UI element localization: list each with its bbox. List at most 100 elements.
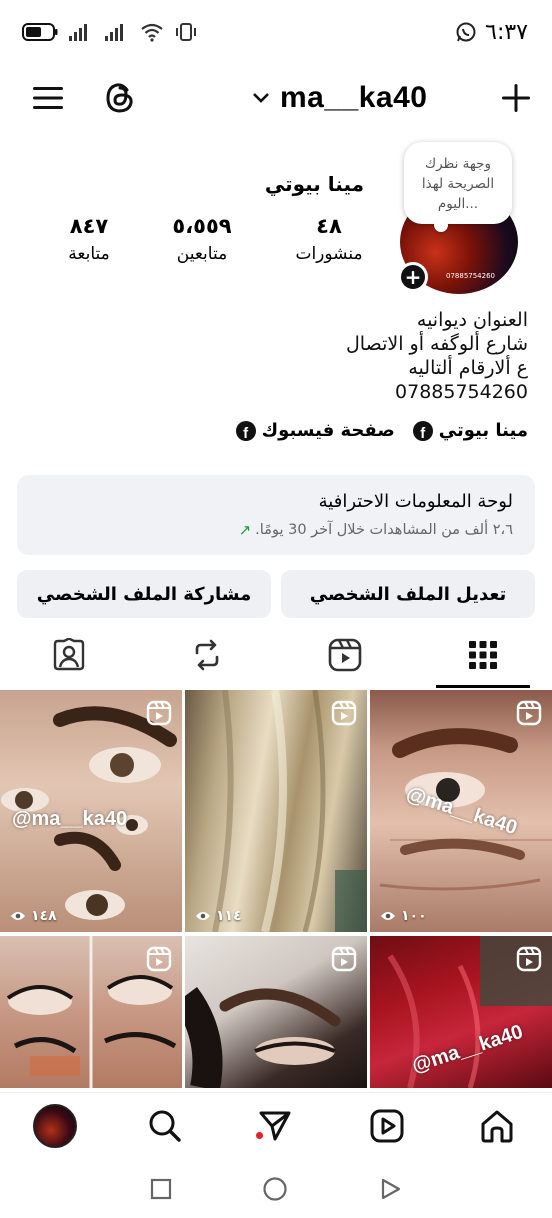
active-tab-indicator — [436, 685, 530, 688]
avatar — [33, 1104, 77, 1148]
following-label: متابعة — [68, 244, 110, 264]
profile-tabs — [0, 624, 552, 688]
home-button[interactable] — [262, 1176, 288, 1202]
nav-direct-messages[interactable] — [252, 1103, 298, 1149]
send-icon — [259, 1111, 291, 1141]
bio-phone[interactable]: 07885754260 — [346, 380, 528, 404]
followers-count[interactable]: ٥،٥٥٩ متابعين — [166, 214, 238, 264]
menu-icon[interactable] — [28, 78, 68, 118]
nav-profile[interactable] — [32, 1103, 78, 1149]
followers-value: ٥،٥٥٩ — [172, 214, 232, 238]
circle-icon — [263, 1177, 287, 1201]
posts-value: ٤٨ — [316, 214, 342, 238]
display-name: مينا بيوتي — [264, 172, 364, 196]
following-value: ٨٤٧ — [69, 214, 109, 238]
facebook-icon: f — [412, 420, 433, 441]
posts-grid: @ma__ka40 ١٠٠ ١١٤ @ma__ka40 ١٤٨ @ma__ka4… — [0, 690, 552, 1088]
post-tile[interactable]: ١١٤ — [185, 690, 367, 932]
add-story-icon[interactable]: + — [398, 262, 428, 292]
view-count-value: ١١٤ — [216, 908, 242, 924]
following-count[interactable]: ٨٤٧ متابعة — [58, 214, 120, 264]
post-tile[interactable]: @ma__ka40 ١٤٨ — [0, 690, 182, 932]
nav-reels[interactable] — [364, 1103, 410, 1149]
link-label: صفحة فيسبوك — [261, 420, 395, 441]
create-plus-icon[interactable] — [496, 78, 536, 118]
threads-icon[interactable] — [98, 76, 142, 120]
posts-label: منشورات — [295, 244, 363, 264]
facebook-link-page[interactable]: f صفحة فيسبوك — [235, 420, 395, 441]
eye-icon — [381, 912, 395, 920]
trend-up-icon: ↗ — [238, 521, 252, 539]
bio-line: شارع ألوگفه أو الاتصال — [346, 333, 528, 355]
bio: العنوان ديوانيه شارع ألوگفه أو الاتصال ع… — [346, 308, 528, 404]
wifi-icon — [141, 23, 163, 42]
view-count-value: ١٠٠ — [401, 908, 427, 924]
tab-reposts[interactable] — [138, 624, 276, 686]
view-count: ١٠٠ — [380, 908, 427, 924]
post-tile[interactable] — [0, 936, 182, 1088]
dashboard-subtitle: ٢،٦ ألف من المشاهدات خلال آخر 30 يومًا. — [255, 522, 513, 538]
followers-label: متابعين — [176, 244, 228, 264]
tab-grid[interactable] — [414, 624, 552, 686]
reel-badge-icon — [516, 946, 542, 972]
reel-badge-icon — [331, 946, 357, 972]
note-line-1: وجهة نظرك — [424, 156, 492, 172]
clock: ٦:٣٧ — [485, 19, 528, 45]
facebook-icon: f — [235, 420, 256, 441]
triangle-back-icon — [381, 1178, 401, 1200]
link-label: مينا بيوتي — [438, 420, 528, 441]
search-icon — [149, 1110, 181, 1142]
post-tile[interactable]: @ma__ka40 ١٠٠ — [370, 690, 552, 932]
note-line-2: الصريحة لهذا — [421, 176, 495, 192]
post-image — [212, 690, 367, 932]
tab-tagged[interactable] — [0, 624, 138, 686]
edit-profile-button[interactable]: تعديل الملف الشخصي — [281, 570, 535, 618]
post-tile[interactable]: @ma__ka40 — [370, 936, 552, 1088]
notification-dot — [256, 1132, 263, 1139]
bio-line: ع ألارقام ألتاليه — [408, 357, 528, 379]
eye-icon — [11, 912, 25, 920]
back-button[interactable] — [378, 1176, 404, 1202]
repost-icon — [195, 639, 219, 671]
system-navigation-bar — [0, 1160, 552, 1218]
reels-icon — [370, 1109, 404, 1143]
bottom-nav — [0, 1092, 552, 1160]
status-bar: ٦:٣٧ — [0, 0, 552, 64]
grid-icon — [469, 641, 497, 669]
dashboard-title: لوحة المعلومات الاحترافية — [318, 491, 513, 512]
reels-icon — [328, 638, 362, 672]
signal-icon — [69, 24, 87, 41]
note-bubble[interactable]: وجهة نظرك الصريحة لهذا اليوم... — [404, 142, 512, 232]
username: ma__ka40 — [280, 81, 428, 114]
square-icon — [150, 1178, 172, 1200]
profile-links: f مينا بيوتي f صفحة فيسبوك — [235, 420, 528, 441]
facebook-link-beauty[interactable]: f مينا بيوتي — [412, 420, 528, 441]
avatar-text: 07885754260 — [446, 272, 495, 280]
nav-home[interactable] — [474, 1103, 520, 1149]
watermark: @ma__ka40 — [12, 808, 128, 830]
tab-reels[interactable] — [276, 624, 414, 686]
view-count: ١١٤ — [195, 908, 242, 924]
posts-count[interactable]: ٤٨ منشورات — [290, 214, 368, 264]
reel-badge-icon — [146, 700, 172, 726]
view-count: ١٤٨ — [10, 908, 57, 924]
eye-icon — [196, 912, 210, 920]
status-icons — [22, 20, 198, 44]
note-line-3: اليوم... — [437, 196, 479, 212]
top-bar: ma__ka40 — [0, 70, 552, 126]
view-count-value: ١٤٨ — [31, 908, 57, 924]
reel-badge-icon — [146, 946, 172, 972]
professional-dashboard[interactable]: لوحة المعلومات الاحترافية ↗ ٢،٦ ألف من ا… — [17, 475, 535, 555]
share-profile-button[interactable]: مشاركة الملف الشخصي — [17, 570, 271, 618]
bio-line: العنوان ديوانيه — [416, 309, 528, 331]
account-switcher[interactable]: ma__ka40 — [252, 76, 427, 120]
whatsapp-icon — [456, 22, 476, 42]
post-tile[interactable] — [185, 936, 367, 1088]
recents-button[interactable] — [148, 1176, 174, 1202]
reel-badge-icon — [516, 700, 542, 726]
signal-icon-2 — [105, 24, 123, 41]
battery-icon — [22, 23, 58, 41]
reel-badge-icon — [331, 700, 357, 726]
tagged-person-icon — [53, 638, 85, 671]
nav-search[interactable] — [142, 1103, 188, 1149]
